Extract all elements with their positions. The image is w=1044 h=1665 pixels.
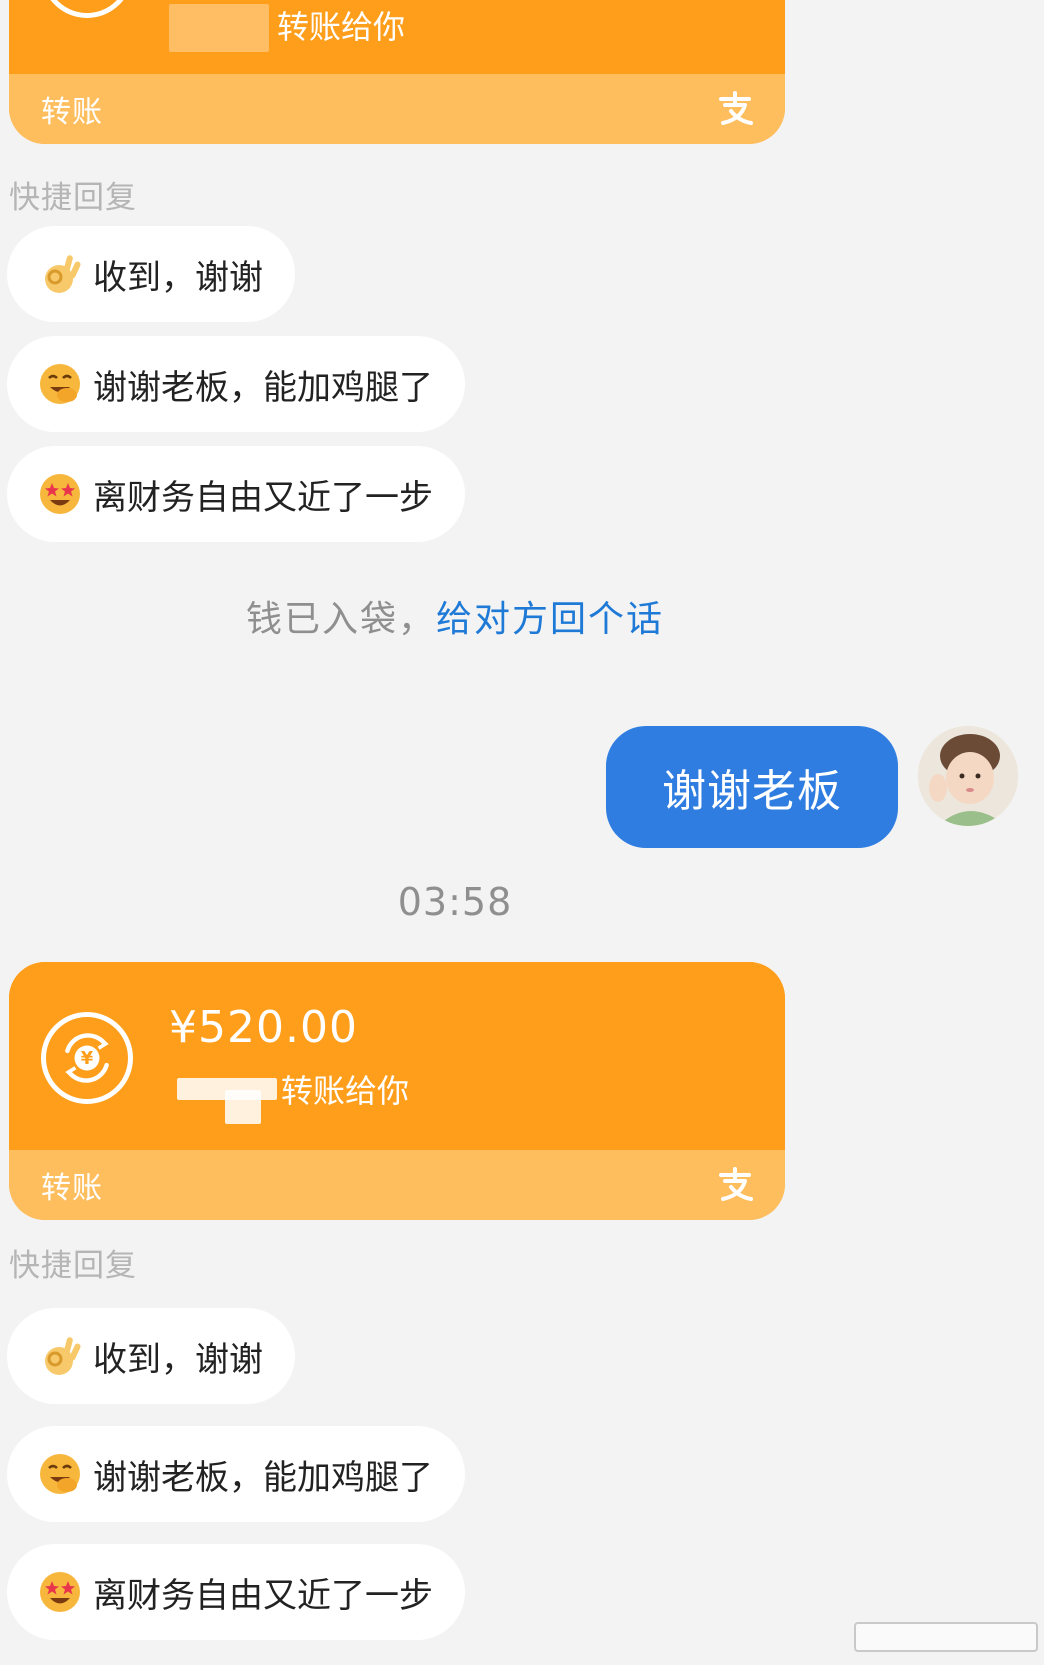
timestamp: 03:58 <box>397 880 513 924</box>
quick-reply-text: 离财务自由又近了一步 <box>93 1575 433 1616</box>
transfer-coin-icon: ¥ <box>41 1012 133 1104</box>
transfer-card-2[interactable]: ¥ ¥520.00 转账给你 转账 <box>9 962 785 1220</box>
grinning-hand-emoji-icon <box>40 364 80 404</box>
avatar-image <box>918 726 1018 826</box>
transfer-card-1[interactable]: 转账给你 转账 <box>9 0 785 144</box>
star-struck-emoji-icon <box>40 1572 80 1612</box>
scrollbar-thumb[interactable] <box>854 1622 1038 1652</box>
quick-reply-item[interactable]: 谢谢老板，能加鸡腿了 <box>7 336 465 432</box>
ok-hand-emoji-icon <box>45 255 81 293</box>
star-struck-emoji-icon <box>40 474 80 514</box>
ok-hand-emoji-icon <box>45 1337 81 1375</box>
quick-reply-title: 快捷回复 <box>9 1248 137 1284</box>
my-message-bubble[interactable]: 谢谢老板 <box>606 726 898 848</box>
quick-reply-text: 离财务自由又近了一步 <box>93 477 433 518</box>
transfer-footer-label: 转账 <box>41 1171 103 1206</box>
received-notice: 钱已入袋，给对方回个话 <box>0 590 910 642</box>
transfer-sender-text: 转账给你 <box>277 8 406 46</box>
notice-text: 钱已入袋， <box>245 599 436 640</box>
quick-reply-item[interactable]: 收到，谢谢 <box>7 226 295 322</box>
alipay-icon <box>719 1167 753 1201</box>
transfer-amount: ¥520.00 <box>169 1002 358 1053</box>
quick-reply-text: 谢谢老板，能加鸡腿了 <box>93 367 433 408</box>
transfer-footer-label: 转账 <box>41 95 103 130</box>
alipay-icon <box>719 91 753 125</box>
message-text: 谢谢老板 <box>662 766 842 817</box>
quick-reply-item[interactable]: 谢谢老板，能加鸡腿了 <box>7 1426 465 1522</box>
quick-reply-text: 谢谢老板，能加鸡腿了 <box>93 1457 433 1498</box>
reply-link[interactable]: 给对方回个话 <box>436 599 664 640</box>
quick-reply-item[interactable]: 离财务自由又近了一步 <box>7 1544 465 1640</box>
svg-text:¥: ¥ <box>81 1048 94 1069</box>
quick-reply-text: 收到，谢谢 <box>93 257 263 298</box>
redacted-name <box>225 1090 261 1124</box>
quick-reply-text: 收到，谢谢 <box>93 1339 263 1380</box>
quick-reply-item[interactable]: 离财务自由又近了一步 <box>7 446 465 542</box>
user-avatar[interactable] <box>918 726 1018 826</box>
redacted-name <box>169 4 269 52</box>
quick-reply-title: 快捷回复 <box>9 180 137 216</box>
quick-reply-item[interactable]: 收到，谢谢 <box>7 1308 295 1404</box>
transfer-sender-text: 转账给你 <box>281 1072 410 1110</box>
grinning-hand-emoji-icon <box>40 1454 80 1494</box>
